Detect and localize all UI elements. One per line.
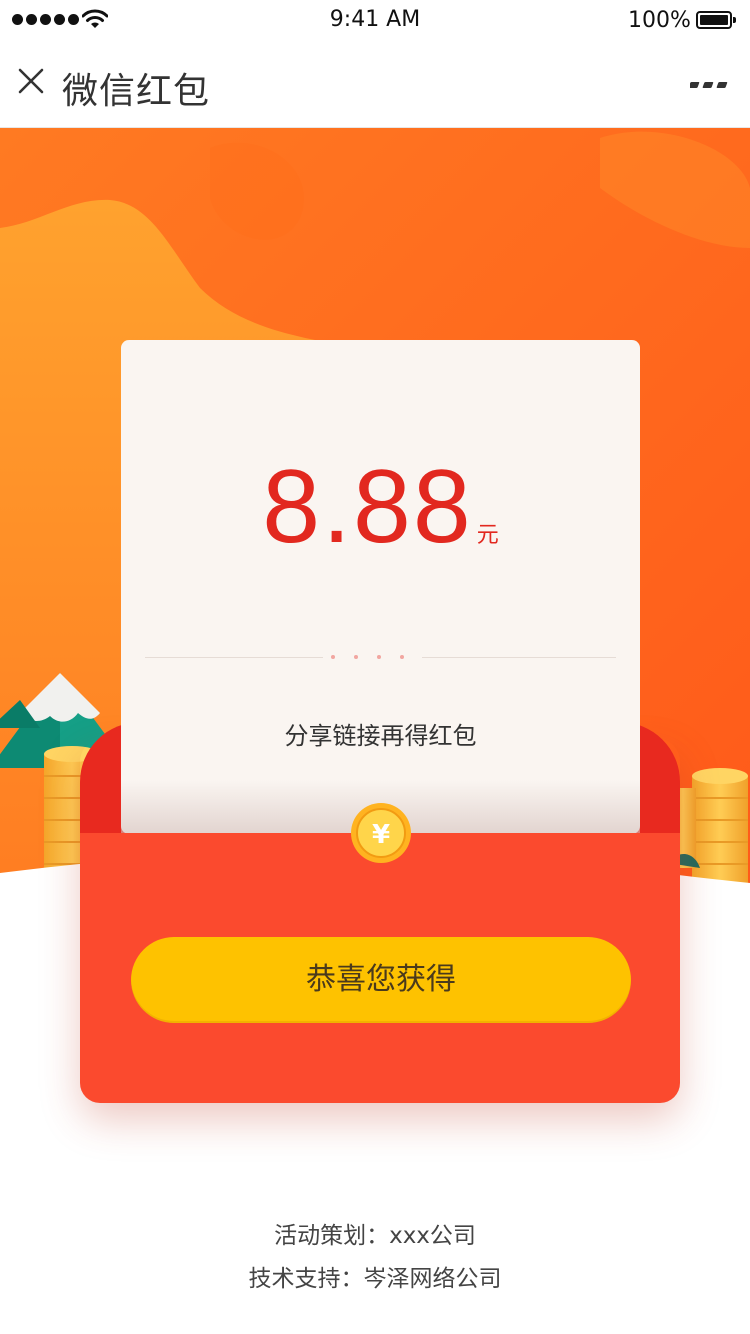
yuan-coin-icon: ¥ (351, 803, 411, 863)
reward-card (121, 340, 640, 834)
coin-symbol: ¥ (372, 820, 390, 850)
reward-unit: 元 (476, 523, 499, 548)
reward-amount: 8.88 (262, 449, 473, 565)
congrats-button[interactable]: 恭喜您获得 (131, 937, 631, 1023)
navigation-bar: 微信红包 (0, 40, 750, 128)
share-link-text[interactable]: 分享链接再得红包 (121, 716, 640, 751)
page-title: 微信红包 (62, 71, 211, 112)
battery-percentage: 100% (628, 8, 691, 33)
battery-icon (696, 11, 736, 29)
reward-amount-row: 8.88 元 (121, 452, 640, 562)
more-icon[interactable] (690, 78, 730, 92)
footer-support: 技术支持：岑泽网络公司 (248, 1266, 502, 1292)
dotted-divider (145, 655, 616, 660)
footer-planner: 活动策划：xxx公司 (274, 1223, 476, 1249)
status-bar: 9:41 AM 100% (0, 0, 750, 40)
close-icon[interactable] (14, 64, 48, 98)
